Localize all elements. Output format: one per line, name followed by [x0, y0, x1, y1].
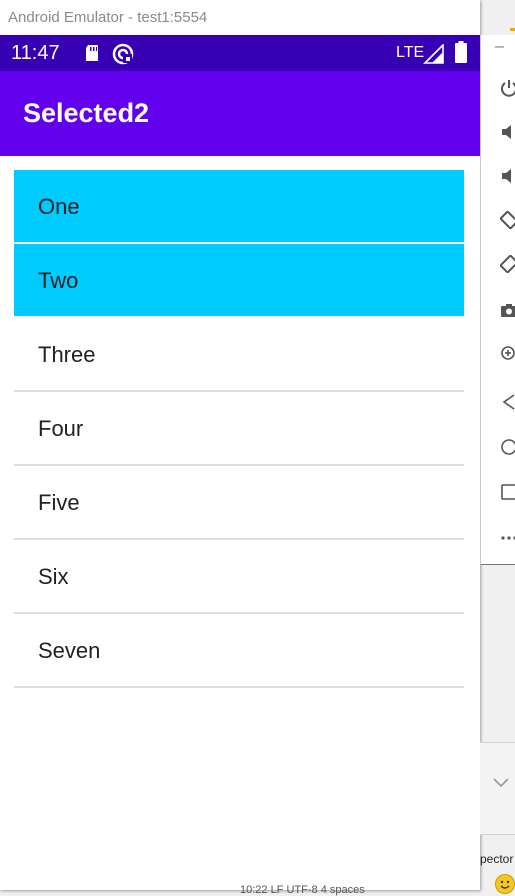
status-bar: 11:47 LTE	[0, 35, 480, 71]
signal-icon	[423, 44, 444, 64]
volume-down-icon[interactable]	[500, 167, 515, 185]
sd-card-icon	[86, 45, 98, 61]
volume-up-icon[interactable]	[500, 123, 515, 141]
network-type: LTE	[396, 44, 425, 61]
list-item-label: Seven	[38, 638, 101, 663]
list-item[interactable]: Six	[14, 540, 464, 614]
list-item[interactable]: Four	[14, 392, 464, 466]
home-icon[interactable]	[500, 438, 515, 456]
zoom-icon[interactable]	[500, 345, 515, 363]
list-item[interactable]: One	[14, 170, 464, 244]
list-item-label: One	[38, 194, 80, 219]
power-icon[interactable]	[500, 79, 515, 97]
toolbar-indicator	[510, 28, 515, 31]
status-time: 11:47	[11, 42, 60, 64]
smile-icon	[495, 874, 515, 894]
list-item-label: Three	[38, 342, 96, 367]
rotate-right-icon[interactable]	[500, 255, 515, 273]
minimize-icon[interactable]: –	[495, 38, 504, 56]
list-item[interactable]: Seven	[14, 614, 464, 688]
camera-icon[interactable]	[500, 301, 515, 319]
battery-icon	[455, 41, 467, 63]
page-title: Selected2	[23, 98, 150, 128]
list-item-label: Six	[38, 564, 69, 589]
overview-icon[interactable]	[500, 483, 515, 501]
ide-status-bar: 10:22 LF UTF-8 4 spaces	[240, 884, 365, 896]
more-icon[interactable]	[500, 529, 515, 547]
content-area: One Two Three Four Five Six Seven	[0, 156, 480, 890]
list-item[interactable]: Two	[14, 244, 464, 318]
chevron-down-icon[interactable]	[491, 772, 511, 792]
list-item[interactable]: Five	[14, 466, 464, 540]
item-list: One Two Three Four Five Six Seven	[14, 170, 464, 688]
list-item-label: Two	[38, 268, 79, 293]
list-item-label: Five	[38, 490, 80, 515]
emulator-window: Android Emulator - test1:5554 11:47 LTE …	[0, 0, 480, 890]
rotate-left-icon[interactable]	[500, 211, 515, 229]
app-bar: Selected2	[0, 71, 480, 156]
list-item-label: Four	[38, 416, 84, 441]
emulator-title: Android Emulator - test1:5554	[0, 0, 480, 34]
back-icon[interactable]	[500, 393, 515, 411]
sync-icon	[112, 43, 134, 65]
ide-panel-label: pector	[480, 852, 514, 866]
list-item[interactable]: Three	[14, 318, 464, 392]
emulator-toolbar: –	[480, 35, 515, 565]
